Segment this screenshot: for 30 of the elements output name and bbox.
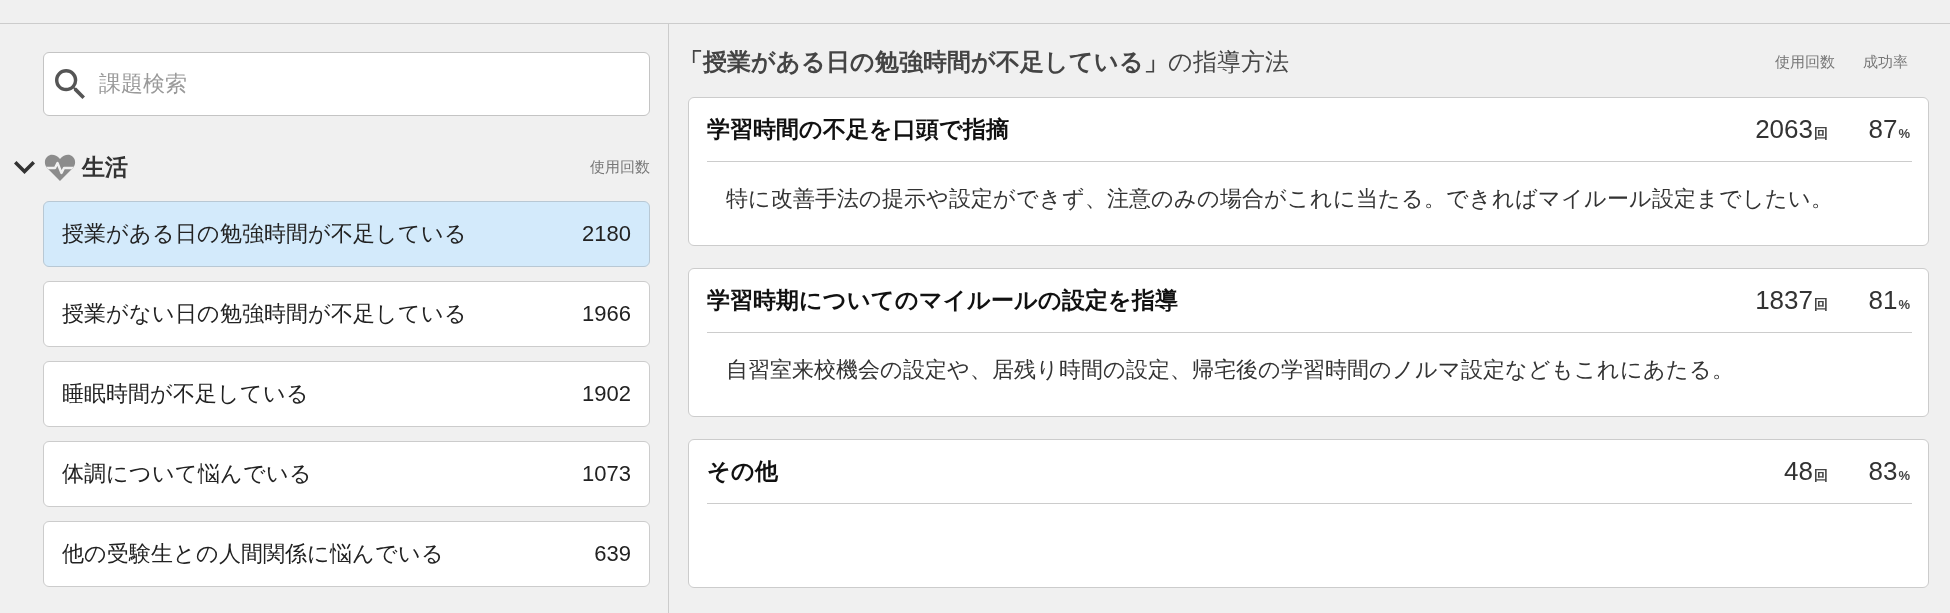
- panel-title: 「授業がある日の勉強時間が不足している」の指導方法: [679, 48, 1289, 77]
- usage-count: 1073: [582, 461, 631, 487]
- issue-item[interactable]: 授業がある日の勉強時間が不足している 2180: [43, 201, 650, 267]
- issue-item[interactable]: 他の受験生との人間関係に悩んでいる 639: [43, 521, 650, 587]
- heart-pulse-icon: [44, 153, 76, 181]
- success-rate: 83%: [1867, 456, 1911, 487]
- success-rate: 81%: [1867, 285, 1911, 316]
- issue-item[interactable]: 体調について悩んでいる 1073: [43, 441, 650, 507]
- search-icon: [55, 69, 85, 99]
- issue-item[interactable]: 睡眠時間が不足している 1902: [43, 361, 650, 427]
- column-label: 使用回数: [590, 157, 650, 177]
- success-rate: 87%: [1867, 114, 1911, 145]
- method-description: 自習室来校機会の設定や、居残り時間の設定、帰宅後の学習時間のノルマ設定などもこれにあたる。: [726, 356, 1735, 384]
- chevron-icon[interactable]: [14, 160, 35, 174]
- usage-count: 2180: [582, 221, 631, 247]
- method-title: 学習時期についてのマイルールの設定を指導: [707, 287, 1178, 315]
- method-title: その他: [707, 458, 778, 486]
- usage-count: 1837 回: [1754, 285, 1828, 316]
- usage-count: 2063 回: [1754, 114, 1828, 145]
- issue-item[interactable]: 授業がない日の勉強時間が不足している 1966: [43, 281, 650, 347]
- usage-count: 1966: [582, 301, 631, 327]
- search-field[interactable]: 課題検索: [43, 52, 650, 116]
- method-description: 特に改善手法の提示や設定ができず、注意のみの場合がこれに当たる。できればマイルール設定までしたい。: [726, 185, 1834, 213]
- usage-count: 1902: [582, 381, 631, 407]
- column-label: 使用回数: [1775, 52, 1835, 72]
- usage-count: 639: [594, 541, 631, 567]
- category-label: 生活: [82, 152, 128, 182]
- method-title: 学習時間の不足を口頭で指摘: [707, 116, 1009, 144]
- usage-count: 48 回: [1783, 456, 1828, 487]
- column-label: 成功率: [1862, 52, 1908, 72]
